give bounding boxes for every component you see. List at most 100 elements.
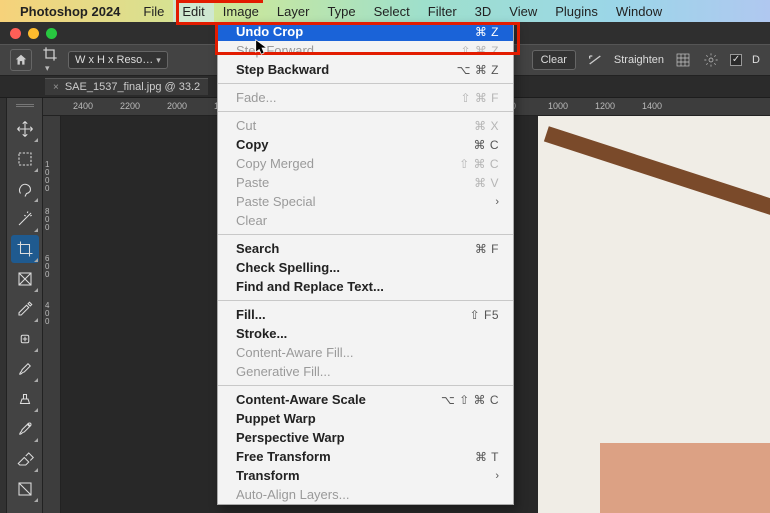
menu-item-free-transform[interactable]: Free Transform⌘ T: [218, 447, 513, 466]
menubar-item-plugins[interactable]: Plugins: [546, 0, 607, 22]
menu-item-auto-align-layers: Auto-Align Layers...: [218, 485, 513, 504]
menubar-item-filter[interactable]: Filter: [419, 0, 466, 22]
menu-item-label: Perspective Warp: [236, 430, 499, 445]
crop-preset-dropdown[interactable]: W x H x Reso…: [68, 51, 168, 69]
menu-item-shortcut: ⇧ F5: [470, 308, 499, 322]
menu-item-puppet-warp[interactable]: Puppet Warp: [218, 409, 513, 428]
lasso-tool[interactable]: [11, 175, 39, 203]
gradient-tool[interactable]: [11, 475, 39, 503]
document-tab-title: SAE_1537_final.jpg @ 33.2: [65, 81, 200, 93]
window-controls: [10, 28, 57, 39]
menu-item-label: Cut: [236, 118, 474, 133]
menu-item-find-and-replace-text[interactable]: Find and Replace Text...: [218, 277, 513, 296]
menu-item-paste-special: Paste Special›: [218, 192, 513, 211]
straighten-icon[interactable]: [586, 51, 604, 69]
menubar-item-3d[interactable]: 3D: [466, 0, 501, 22]
magic-wand-tool[interactable]: [11, 205, 39, 233]
menu-item-label: Copy: [236, 137, 474, 152]
menu-item-check-spelling[interactable]: Check Spelling...: [218, 258, 513, 277]
gear-icon[interactable]: [702, 51, 720, 69]
menu-item-shortcut: ⌥ ⌘ Z: [457, 63, 499, 77]
menu-item-label: Check Spelling...: [236, 260, 499, 275]
eyedropper-tool[interactable]: [11, 295, 39, 323]
menu-item-copy[interactable]: Copy⌘ C: [218, 135, 513, 154]
close-window-button[interactable]: [10, 28, 21, 39]
tool-preset-picker[interactable]: [42, 46, 58, 74]
home-button[interactable]: [10, 49, 32, 71]
macos-menubar: Photoshop 2024 FileEditImageLayerTypeSel…: [0, 0, 770, 22]
eraser-tool[interactable]: [11, 445, 39, 473]
menu-item-label: Content-Aware Fill...: [236, 345, 499, 360]
minimize-window-button[interactable]: [28, 28, 39, 39]
menu-item-fade: Fade...⇧ ⌘ F: [218, 88, 513, 107]
menu-item-clear: Clear: [218, 211, 513, 230]
menu-item-shortcut: ⇧ ⌘ C: [459, 157, 499, 171]
move-tool[interactable]: [11, 115, 39, 143]
menu-item-shortcut: ⌘ Z: [475, 25, 499, 39]
menu-item-shortcut: ⌘ X: [474, 119, 499, 133]
document-canvas[interactable]: [538, 116, 770, 513]
app-name[interactable]: Photoshop 2024: [20, 4, 120, 19]
menu-item-label: Content-Aware Scale: [236, 392, 441, 407]
close-tab-icon[interactable]: ×: [53, 82, 59, 93]
menu-item-cut: Cut⌘ X: [218, 116, 513, 135]
menubar-item-edit[interactable]: Edit: [173, 0, 213, 22]
menubar-item-view[interactable]: View: [500, 0, 546, 22]
menu-item-label: Undo Crop: [236, 24, 475, 39]
ruler-h-tick: 2200: [120, 101, 140, 111]
menu-item-label: Clear: [236, 213, 499, 228]
menu-item-content-aware-fill: Content-Aware Fill...: [218, 343, 513, 362]
menu-item-step-forward: Step Forward⇧ ⌘ Z: [218, 41, 513, 60]
overlay-grid-icon[interactable]: [674, 51, 692, 69]
marquee-tool[interactable]: [11, 145, 39, 173]
menu-item-shortcut: ⌥ ⇧ ⌘ C: [441, 393, 499, 407]
menubar-item-select[interactable]: Select: [365, 0, 419, 22]
toolbox: [7, 98, 43, 513]
healing-brush-tool[interactable]: [11, 325, 39, 353]
straighten-label: Straighten: [614, 54, 664, 66]
menu-separator: [218, 300, 513, 301]
brush-tool[interactable]: [11, 355, 39, 383]
menu-item-step-backward[interactable]: Step Backward⌥ ⌘ Z: [218, 60, 513, 79]
toolbox-grip[interactable]: [16, 104, 34, 109]
edit-menu-dropdown: Undo Crop⌘ ZStep Forward⇧ ⌘ ZStep Backwa…: [217, 22, 514, 505]
crop-tool[interactable]: [11, 235, 39, 263]
menu-item-label: Transform: [236, 468, 495, 483]
crop-preset-label: W x H x Reso…: [75, 54, 153, 66]
menu-item-content-aware-scale[interactable]: Content-Aware Scale⌥ ⇧ ⌘ C: [218, 390, 513, 409]
menu-item-search[interactable]: Search⌘ F: [218, 239, 513, 258]
menubar-item-file[interactable]: File: [134, 0, 173, 22]
menu-item-undo-crop[interactable]: Undo Crop⌘ Z: [218, 22, 513, 41]
menu-item-label: Find and Replace Text...: [236, 279, 499, 294]
menubar-item-image[interactable]: Image: [214, 0, 268, 22]
menu-item-transform[interactable]: Transform›: [218, 466, 513, 485]
menu-item-shortcut: ⌘ T: [475, 450, 499, 464]
delete-pixels-checkbox[interactable]: [730, 54, 742, 66]
ruler-v-tick: 800: [45, 208, 49, 232]
ruler-h-tick: 1200: [595, 101, 615, 111]
menu-item-stroke[interactable]: Stroke...: [218, 324, 513, 343]
photo-wall: [600, 443, 770, 513]
menu-item-fill[interactable]: Fill...⇧ F5: [218, 305, 513, 324]
menubar-item-type[interactable]: Type: [318, 0, 364, 22]
history-brush-tool[interactable]: [11, 415, 39, 443]
delete-pixels-label: D: [752, 54, 760, 66]
ruler-v-tick: 600: [45, 255, 49, 279]
clear-button[interactable]: Clear: [532, 50, 576, 70]
menu-item-generative-fill: Generative Fill...: [218, 362, 513, 381]
menu-item-shortcut: ⌘ C: [474, 138, 500, 152]
ruler-vertical[interactable]: 1000800600400: [43, 116, 61, 513]
menu-item-copy-merged: Copy Merged⇧ ⌘ C: [218, 154, 513, 173]
menu-item-label: Fade...: [236, 90, 460, 105]
maximize-window-button[interactable]: [46, 28, 57, 39]
clone-stamp-tool[interactable]: [11, 385, 39, 413]
document-tab[interactable]: × SAE_1537_final.jpg @ 33.2: [45, 78, 208, 95]
frame-tool[interactable]: [11, 265, 39, 293]
menubar-item-layer[interactable]: Layer: [268, 0, 319, 22]
menubar-item-window[interactable]: Window: [607, 0, 671, 22]
menu-item-label: Step Forward: [236, 43, 460, 58]
menu-item-label: Paste: [236, 175, 474, 190]
ruler-h-tick: 2400: [73, 101, 93, 111]
menu-item-perspective-warp[interactable]: Perspective Warp: [218, 428, 513, 447]
photo-beam: [544, 126, 770, 222]
